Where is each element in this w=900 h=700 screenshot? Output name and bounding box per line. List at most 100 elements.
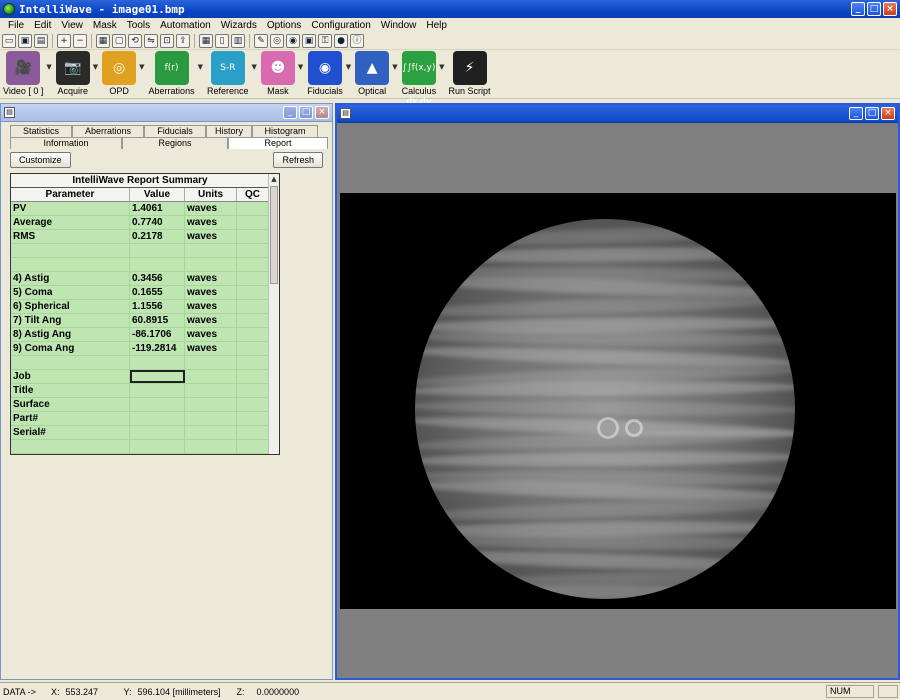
cell-units[interactable]: waves <box>185 328 237 341</box>
record-icon[interactable]: ● <box>334 34 348 48</box>
table-row[interactable]: RMS 0.2178 waves <box>11 230 269 244</box>
print-icon[interactable]: ▤ <box>34 34 48 48</box>
tab-information[interactable]: Information <box>10 137 122 149</box>
cell-units[interactable] <box>185 398 237 411</box>
cell-units[interactable]: waves <box>185 314 237 327</box>
minimize-button[interactable]: _ <box>851 2 865 16</box>
cell-param[interactable] <box>11 356 130 369</box>
cell-qc[interactable] <box>237 230 269 243</box>
dropdown-arrow-icon[interactable]: ▼ <box>46 63 51 71</box>
dropdown-arrow-icon[interactable]: ▼ <box>298 63 303 71</box>
cell-param[interactable]: Average <box>11 216 130 229</box>
maximize-button[interactable]: □ <box>867 2 881 16</box>
header-units[interactable]: Units <box>185 188 237 201</box>
rotate-icon[interactable]: ⟲ <box>128 34 142 48</box>
table-row[interactable]: 5) Coma 0.1655 waves <box>11 286 269 300</box>
table-row[interactable] <box>11 440 269 454</box>
cell-value[interactable] <box>130 426 185 439</box>
cell-value[interactable]: -119.2814 <box>130 342 185 355</box>
cell-units[interactable] <box>185 370 237 383</box>
cell-units[interactable] <box>185 412 237 425</box>
cell-units[interactable]: waves <box>185 272 237 285</box>
table-row[interactable]: 8) Astig Ang -86.1706 waves <box>11 328 269 342</box>
menu-help[interactable]: Help <box>421 20 452 31</box>
tab-aberrations[interactable]: Aberrations <box>72 125 144 137</box>
cell-units[interactable]: waves <box>185 342 237 355</box>
tool-reference[interactable]: S-R Reference <box>207 51 249 96</box>
cell-units[interactable] <box>185 258 237 271</box>
pen-icon[interactable]: ✎ <box>254 34 268 48</box>
cell-value[interactable]: 0.7740 <box>130 216 185 229</box>
cell-param[interactable]: 6) Spherical <box>11 300 130 313</box>
table-row[interactable] <box>11 356 269 370</box>
info-icon[interactable]: ⓘ <box>350 34 364 48</box>
header-qc[interactable]: QC <box>237 188 269 201</box>
cell-value[interactable]: 60.8915 <box>130 314 185 327</box>
doc-icon[interactable]: ▯ <box>215 34 229 48</box>
target-icon[interactable]: ◎ <box>270 34 284 48</box>
cell-qc[interactable] <box>237 314 269 327</box>
cell-qc[interactable] <box>237 328 269 341</box>
cell-qc[interactable] <box>237 398 269 411</box>
cell-value[interactable]: 1.1556 <box>130 300 185 313</box>
cell-value[interactable] <box>130 370 185 383</box>
report-icon[interactable]: ▥ <box>231 34 245 48</box>
lock-icon[interactable]: ⚿ <box>318 34 332 48</box>
table-row[interactable]: Job <box>11 370 269 384</box>
menu-wizards[interactable]: Wizards <box>216 20 262 31</box>
tool-acquire[interactable]: 📷 Acquire <box>55 51 90 96</box>
cell-param[interactable]: Serial# <box>11 426 130 439</box>
cell-value[interactable]: -86.1706 <box>130 328 185 341</box>
cell-value[interactable]: 0.3456 <box>130 272 185 285</box>
cell-qc[interactable] <box>237 300 269 313</box>
cell-qc[interactable] <box>237 286 269 299</box>
report-maximize-button[interactable]: □ <box>299 106 313 119</box>
menu-view[interactable]: View <box>56 20 88 31</box>
tool-calculus[interactable]: ∫∫f(x,y) dx dy Calculus <box>402 51 436 107</box>
cell-param[interactable]: Part# <box>11 412 130 425</box>
interferogram-view[interactable] <box>340 193 896 609</box>
table-icon[interactable]: ▦ <box>199 34 213 48</box>
report-close-button[interactable]: × <box>315 106 329 119</box>
cell-param[interactable]: 5) Coma <box>11 286 130 299</box>
tool-video-0[interactable]: 🎥 Video [ 0 ] <box>3 51 43 96</box>
cell-param[interactable]: Job <box>11 370 130 383</box>
cell-qc[interactable] <box>237 356 269 369</box>
tool-fiducials[interactable]: ◉ Fiducials <box>307 51 343 96</box>
cell-value[interactable] <box>130 258 185 271</box>
table-row[interactable] <box>11 258 269 272</box>
menu-window[interactable]: Window <box>376 20 422 31</box>
cell-param[interactable]: 4) Astig <box>11 272 130 285</box>
cell-param[interactable] <box>11 244 130 257</box>
cell-units[interactable]: waves <box>185 286 237 299</box>
zoom-in-icon[interactable]: + <box>57 34 71 48</box>
cell-value[interactable] <box>130 384 185 397</box>
cell-value[interactable] <box>130 412 185 425</box>
save-icon[interactable]: ▣ <box>18 34 32 48</box>
tab-statistics[interactable]: Statistics <box>10 125 72 137</box>
cell-param[interactable]: Title <box>11 384 130 397</box>
cell-qc[interactable] <box>237 412 269 425</box>
cell-param[interactable] <box>11 440 130 453</box>
tab-fiducials[interactable]: Fiducials <box>144 125 206 137</box>
dropdown-arrow-icon[interactable]: ▼ <box>198 63 203 71</box>
tool-mask[interactable]: ☻ Mask <box>260 51 295 96</box>
cell-param[interactable]: 9) Coma Ang <box>11 342 130 355</box>
close-button[interactable]: × <box>883 2 897 16</box>
cell-qc[interactable] <box>237 342 269 355</box>
dropdown-arrow-icon[interactable]: ▼ <box>392 63 397 71</box>
table-row[interactable]: Title <box>11 384 269 398</box>
camera-icon[interactable]: ▣ <box>302 34 316 48</box>
cell-param[interactable]: RMS <box>11 230 130 243</box>
cell-qc[interactable] <box>237 440 269 453</box>
scroll-up-icon[interactable]: ▲ <box>269 174 279 184</box>
cell-value[interactable] <box>130 356 185 369</box>
cell-param[interactable]: Surface <box>11 398 130 411</box>
grid-icon[interactable]: ▦ <box>96 34 110 48</box>
table-row[interactable]: Part# <box>11 412 269 426</box>
refresh-button[interactable]: Refresh <box>273 152 323 168</box>
dropdown-arrow-icon[interactable]: ▼ <box>252 63 257 71</box>
report-minimize-button[interactable]: _ <box>283 106 297 119</box>
customize-button[interactable]: Customize <box>10 152 71 168</box>
crop-icon[interactable]: ⊡ <box>160 34 174 48</box>
